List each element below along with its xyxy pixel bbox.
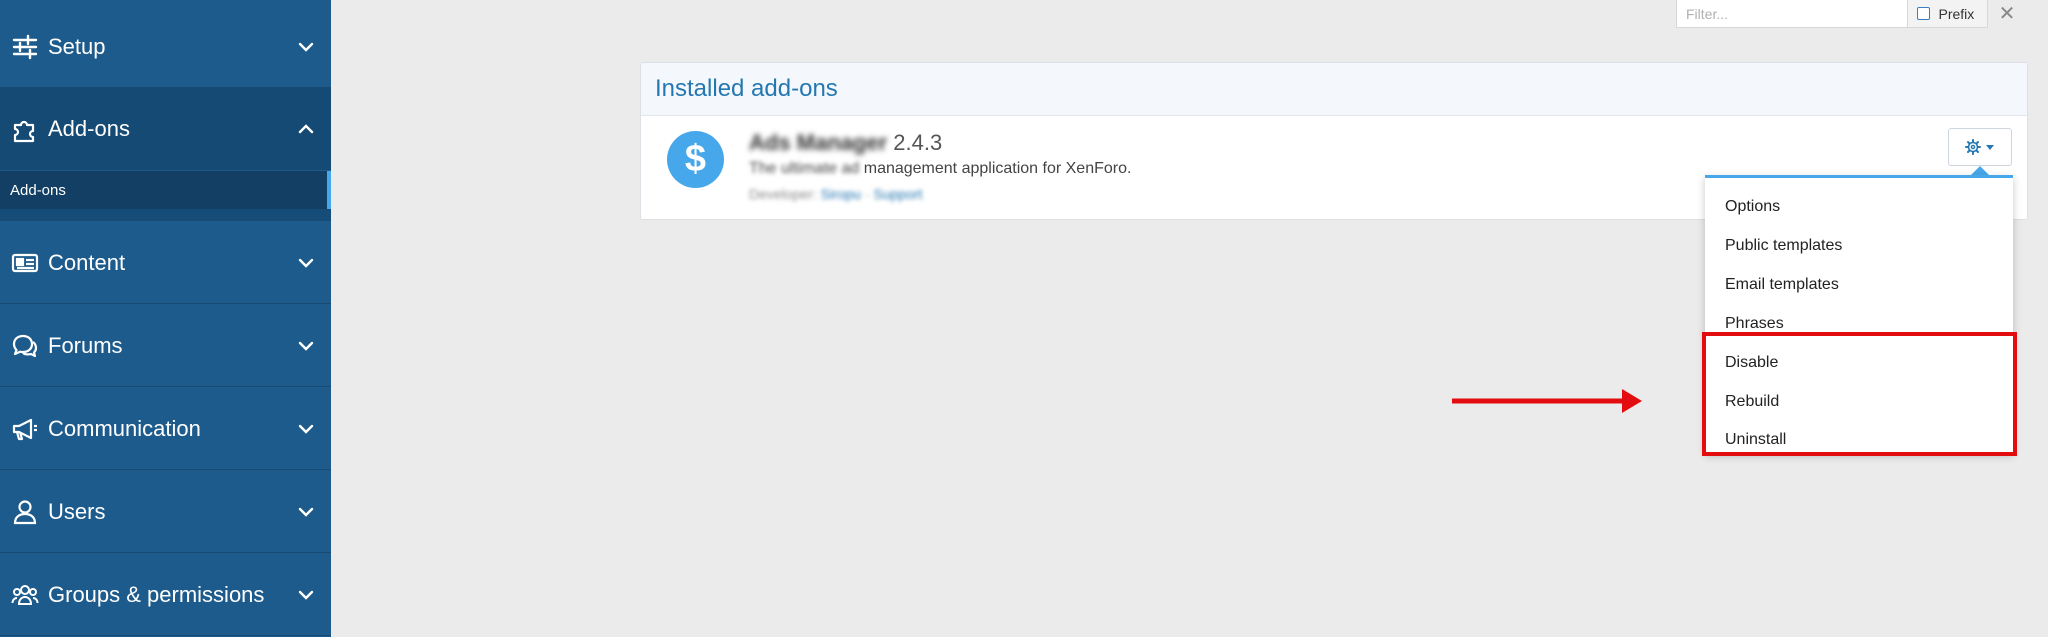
annotation-arrow-icon [1452,389,1642,413]
menu-item-options[interactable]: Options [1705,187,2013,226]
dollar-icon: $ [667,131,724,188]
menu-item-phrases[interactable]: Phrases [1705,304,2013,343]
sidebar-section-groups-permissions[interactable]: Groups & permissions [0,554,331,636]
chevron-up-icon [298,124,314,134]
filter-bar: Prefix [1676,0,1988,28]
addon-controls-button[interactable] [1948,128,2012,166]
addon-title[interactable]: Ads Manager 2.4.3 [749,130,942,156]
chevron-down-icon [298,341,314,351]
sidebar-section-label: Content [48,249,126,275]
addon-version: 2.4.3 [893,130,943,155]
chevron-down-icon [298,42,314,52]
users-icon [10,580,40,610]
menu-item-disable[interactable]: Disable [1705,343,2013,382]
checkbox-icon[interactable] [1917,7,1931,20]
sidebar-section-content[interactable]: Content [0,222,331,304]
addon-name: Ads Manager [749,130,888,155]
puzzle-icon [10,114,40,144]
caret-down-icon [1986,145,1994,150]
menu-item-uninstall[interactable]: Uninstall [1705,420,2013,459]
sidebar-section-label: Communication [48,415,201,441]
addon-developer: Developer: Siropu · Support [749,186,923,202]
addon-description-visible: management application for XenForo. [863,160,1132,177]
chevron-down-icon [298,507,314,517]
panel-title: Installed add-ons [641,63,2027,116]
close-icon[interactable]: ✕ [1994,0,2020,26]
gear-icon [1965,139,1981,155]
chevron-down-icon [298,590,314,600]
megaphone-icon [10,414,40,444]
sidebar-section-label: Groups & permissions [48,581,265,607]
sidebar-section-setup[interactable]: Setup [0,6,331,88]
sidebar-section-label: Forums [48,332,123,358]
addon-description: The ultimate ad management application f… [749,160,1131,178]
sidebar-section-communication[interactable]: Communication [0,388,331,470]
sidebar-nav: Setup Add-ons Add-ons Content Forums Com… [0,0,331,637]
prefix-checkbox[interactable]: Prefix [1907,0,1987,27]
menu-item-public-templates[interactable]: Public templates [1705,226,2013,265]
sidebar-subnav-add-ons: Add-ons [0,171,331,221]
sliders-icon [10,32,40,62]
support-link[interactable]: Support [874,186,923,202]
newspaper-icon [10,248,40,278]
chevron-down-icon [298,258,314,268]
chevron-down-icon [298,424,314,434]
prefix-label: Prefix [1938,5,1975,22]
addon-description-blurred: The ultimate ad [749,160,860,177]
sidebar-section-forums[interactable]: Forums [0,305,331,387]
sidebar-subitem-add-ons[interactable]: Add-ons [0,171,331,209]
sidebar-section-label: Add-ons [48,116,130,141]
menu-item-email-templates[interactable]: Email templates [1705,265,2013,304]
sidebar-section-add-ons[interactable]: Add-ons [0,88,331,170]
menu-item-rebuild[interactable]: Rebuild [1705,382,2013,421]
sidebar-section-label: Setup [48,33,106,59]
addon-controls-menu: Options Public templates Email templates… [1705,175,2013,453]
developer-label: Developer: [749,186,817,202]
filter-input[interactable] [1677,0,1908,27]
sidebar-section-label: Users [48,498,106,524]
comments-icon [10,331,40,361]
developer-link[interactable]: Siropu [821,186,861,202]
user-icon [10,497,40,527]
sidebar-section-users[interactable]: Users [0,471,331,553]
